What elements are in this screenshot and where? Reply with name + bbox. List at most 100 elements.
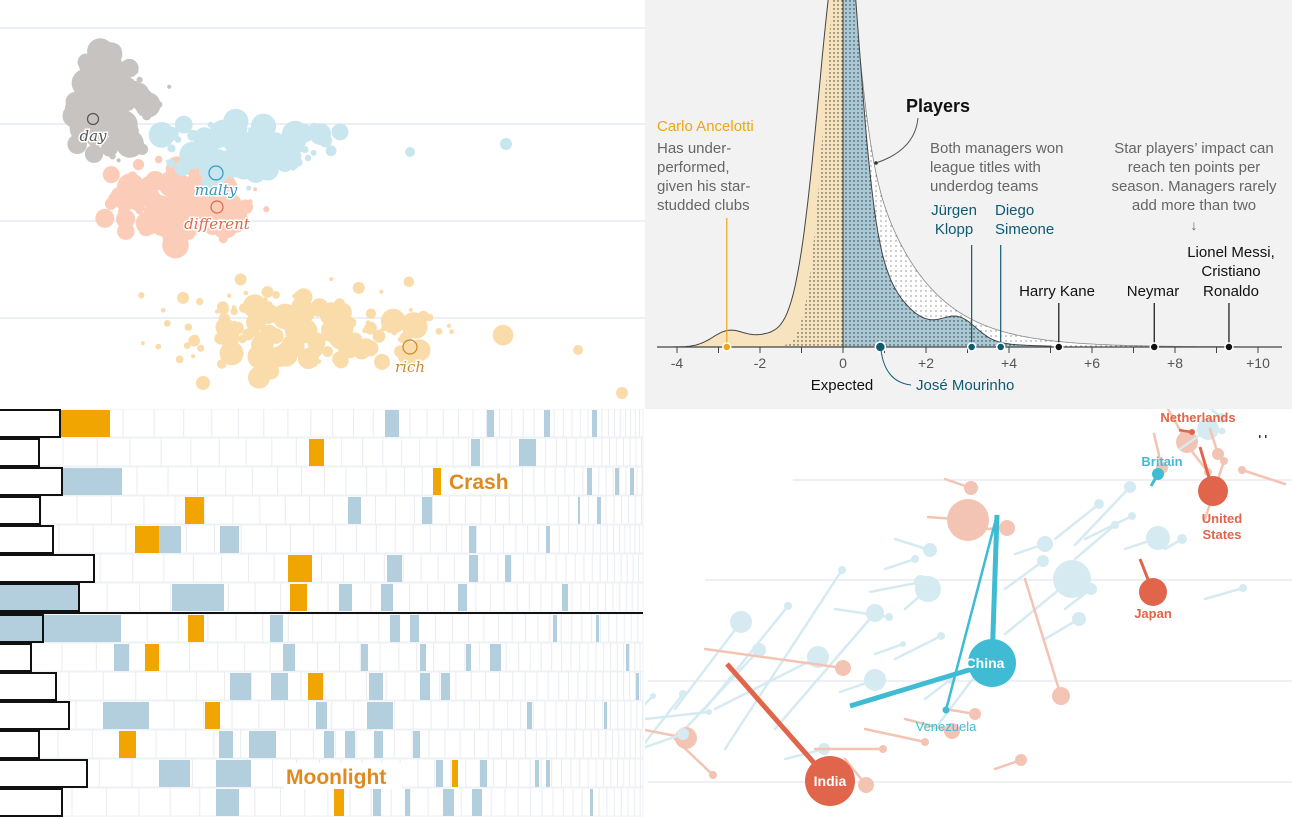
players-callout-dot bbox=[874, 161, 878, 165]
different-label: different bbox=[184, 215, 251, 233]
highlight-cell bbox=[185, 497, 204, 524]
mourinho-callout-line bbox=[880, 349, 912, 386]
first-cell-bar bbox=[0, 554, 95, 583]
word-bubble-malty bbox=[241, 138, 246, 143]
match-cell bbox=[472, 789, 482, 816]
faint-trajectory-line bbox=[883, 557, 917, 571]
word-bubble-rich bbox=[372, 348, 377, 353]
match-cell bbox=[413, 731, 420, 758]
star-note-1: Star players’ impact can bbox=[1114, 140, 1274, 157]
faint-country-dot bbox=[879, 745, 887, 753]
word-bubble-rich bbox=[376, 333, 381, 338]
faint-country-dot bbox=[947, 499, 989, 541]
word-bubble-rich bbox=[191, 354, 196, 359]
match-cell bbox=[527, 702, 532, 729]
word-bubble-rich bbox=[446, 323, 451, 328]
point-marker bbox=[1054, 342, 1064, 352]
match-cell bbox=[385, 410, 399, 437]
highlight-cell bbox=[188, 615, 204, 642]
x-tick-label: +6 bbox=[1084, 355, 1100, 371]
x-tick-label: +4 bbox=[1001, 355, 1017, 371]
mourinho-label: José Mourinho bbox=[916, 377, 1014, 394]
word-bubble-rich bbox=[324, 331, 328, 335]
match-cell bbox=[348, 497, 361, 524]
word-bubble-different bbox=[108, 193, 120, 205]
word-bubble-malty bbox=[174, 136, 182, 143]
first-cell-bar bbox=[0, 672, 57, 701]
match-cell bbox=[369, 673, 383, 700]
match-cell bbox=[436, 760, 443, 787]
match-cell bbox=[604, 702, 607, 729]
word-bubble-rich bbox=[315, 310, 321, 317]
highlight-cell bbox=[290, 584, 307, 611]
word-bubble-malty bbox=[246, 185, 252, 191]
first-cell-bar bbox=[0, 643, 32, 672]
grid-row bbox=[0, 582, 644, 612]
word-bubble-malty bbox=[174, 160, 191, 177]
britain-dot bbox=[1152, 468, 1164, 480]
players-callout-line bbox=[875, 117, 919, 164]
ancelotti-note-2: performed, bbox=[657, 159, 730, 176]
faint-country-dot bbox=[923, 543, 937, 557]
word-bubble-malty bbox=[235, 143, 242, 151]
word-bubble-chart: day malty different rich bbox=[0, 0, 645, 409]
word-bubble-different bbox=[95, 208, 115, 228]
word-bubble-rich bbox=[408, 307, 413, 312]
word-bubble-rich bbox=[265, 365, 271, 370]
first-cell-bar bbox=[0, 614, 44, 643]
word-bubble-rich bbox=[364, 350, 369, 355]
word-bubble-day bbox=[116, 112, 121, 117]
faint-country-dot bbox=[677, 728, 689, 740]
word-bubble-malty bbox=[325, 145, 337, 157]
highlight-cell bbox=[135, 526, 159, 553]
word-bubble-day bbox=[120, 58, 139, 78]
match-cell bbox=[471, 439, 480, 466]
first-cell-bar bbox=[0, 583, 80, 612]
word-bubble-rich bbox=[138, 292, 145, 299]
word-bubble-rich bbox=[401, 312, 426, 337]
faint-country-dot bbox=[885, 613, 893, 621]
faint-trajectory-line bbox=[873, 642, 905, 656]
match-cell bbox=[361, 644, 368, 671]
klopp-label-1: Jürgen bbox=[931, 202, 977, 219]
messi-label-3: Ronaldo bbox=[1203, 283, 1259, 300]
japan-dot bbox=[1139, 578, 1167, 606]
match-cell bbox=[339, 584, 352, 611]
match-cell bbox=[159, 760, 190, 787]
word-bubble-rich bbox=[360, 338, 374, 352]
word-bubble-rich bbox=[219, 341, 244, 366]
word-bubble-rich bbox=[272, 291, 280, 299]
word-bubble-rich bbox=[294, 328, 302, 337]
word-bubble-day bbox=[70, 98, 99, 127]
word-bubble-malty bbox=[198, 162, 215, 179]
x-tick-label: +10 bbox=[1246, 355, 1270, 371]
point-marker bbox=[1224, 342, 1234, 352]
match-cell bbox=[587, 468, 592, 495]
messi-label-1: Lionel Messi, bbox=[1187, 244, 1275, 261]
faint-country-dot bbox=[858, 777, 874, 793]
faint-trajectory-line bbox=[1203, 586, 1245, 601]
star-note-3: season. Managers rarely bbox=[1111, 178, 1277, 195]
word-bubble-different bbox=[166, 248, 176, 257]
word-bubble-rich bbox=[346, 309, 351, 314]
word-bubble-rich bbox=[160, 308, 166, 313]
word-bubble-different bbox=[155, 224, 165, 234]
match-cell bbox=[420, 673, 430, 700]
x-tick-label: -4 bbox=[671, 355, 684, 371]
word-bubble-day bbox=[77, 53, 95, 71]
word-bubble-rich bbox=[239, 303, 249, 313]
match-cell bbox=[535, 760, 539, 787]
tick-mark bbox=[1265, 435, 1267, 438]
word-bubble-rich bbox=[300, 327, 316, 343]
match-cell bbox=[490, 644, 501, 671]
sequence-grid-chart: Crash Moonlight bbox=[0, 409, 645, 819]
word-bubble-rich bbox=[366, 323, 374, 332]
word-bubble-malty bbox=[268, 155, 274, 161]
country-trajectory-chart: Netherlands Britain United States Japan China… bbox=[645, 409, 1292, 819]
word-bubble-rich bbox=[231, 305, 237, 310]
word-bubble-rich bbox=[294, 321, 300, 327]
word-bubble-rich bbox=[163, 320, 171, 327]
word-bubble-malty bbox=[189, 157, 201, 169]
country-trajectory-svg: Netherlands Britain UnitedStates Japan China… bbox=[645, 409, 1292, 806]
word-bubble-different bbox=[166, 192, 173, 200]
